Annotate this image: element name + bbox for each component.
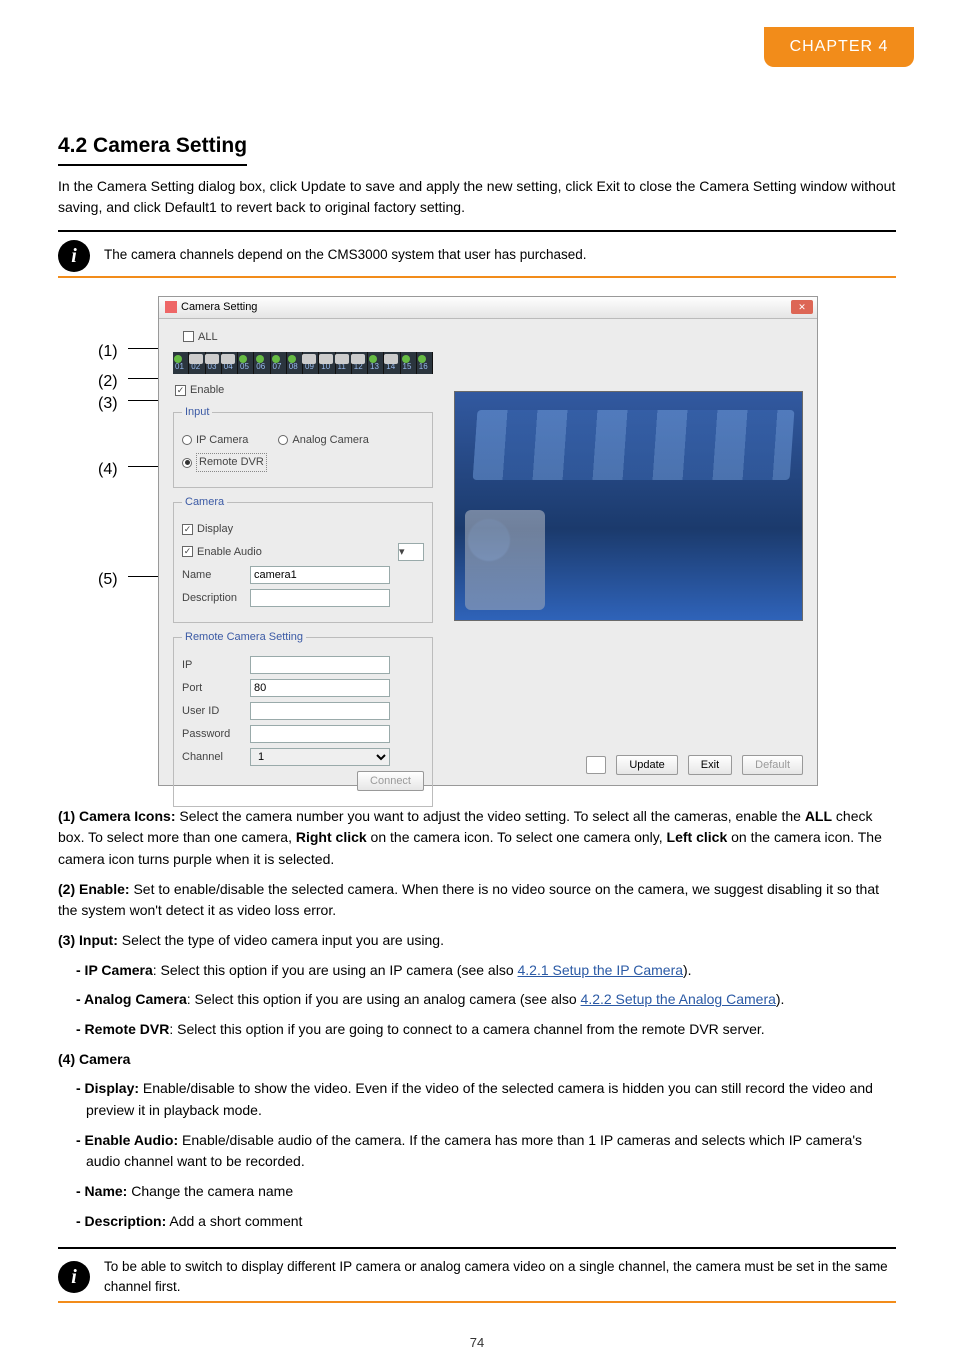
callout-5: (5) [98, 568, 118, 592]
callout-1: (1) [98, 340, 118, 364]
userid-field[interactable] [250, 702, 390, 720]
camera-channel-01[interactable]: 01 [173, 352, 189, 374]
userid-label: User ID [182, 703, 244, 720]
section-subtitle: In the Camera Setting dialog box, click … [58, 176, 896, 218]
camera-channel-11[interactable]: 11 [336, 352, 352, 374]
camera-group: Camera ✓Display ✓Enable Audio ▾ Name Des… [173, 494, 433, 623]
item-3: (3) Input: Select the type of video came… [58, 930, 896, 952]
camera-preview [454, 391, 803, 621]
info-text-2: To be able to switch to display differen… [104, 1257, 896, 1298]
radio-analog-camera[interactable]: Analog Camera [278, 432, 368, 449]
callout-4: (4) [98, 458, 118, 482]
password-label: Password [182, 726, 244, 743]
description-label: Description [182, 590, 244, 607]
link-ip-camera-setup[interactable]: 4.2.1 Setup the IP Camera [518, 962, 684, 978]
chapter-tab: CHAPTER 4 [764, 27, 914, 67]
input-legend: Input [182, 404, 212, 421]
radio-remote-dvr[interactable]: Remote DVR [182, 453, 267, 472]
item-4: (4) Camera [58, 1049, 896, 1071]
camera-channel-06[interactable]: 06 [254, 352, 270, 374]
section-number: 4.2 [58, 134, 87, 157]
camera-channel-14[interactable]: 14 [384, 352, 400, 374]
item-3-remote: - Remote DVR: Select this option if you … [86, 1019, 896, 1041]
camera-channel-13[interactable]: 13 [368, 352, 384, 374]
camera-setting-window: Camera Setting ✕ ALL 0102030405060708091… [158, 296, 818, 786]
camera-channel-03[interactable]: 03 [206, 352, 222, 374]
all-checkbox[interactable]: ALL [183, 329, 218, 346]
display-label: Display [197, 521, 233, 538]
callout-2: (2) [98, 370, 118, 394]
ip-field[interactable] [250, 656, 390, 674]
enable-label: Enable [190, 382, 224, 399]
info-icon: i [58, 240, 90, 272]
camera-channel-09[interactable]: 09 [303, 352, 319, 374]
enable-checkbox[interactable]: ✓Enable [175, 382, 224, 399]
camera-channel-12[interactable]: 12 [352, 352, 368, 374]
camera-channel-10[interactable]: 10 [319, 352, 335, 374]
enable-audio-checkbox[interactable]: ✓Enable Audio [182, 544, 262, 561]
channel-label: Channel [182, 749, 244, 766]
section-title-text: Camera Setting [93, 134, 247, 157]
ip-label: IP [182, 657, 244, 674]
camera-channel-04[interactable]: 04 [222, 352, 238, 374]
item-3-ip: - IP Camera: Select this option if you a… [86, 960, 896, 982]
window-titlebar: Camera Setting ✕ [159, 297, 817, 319]
item-4-name: - Name: Change the camera name [86, 1181, 896, 1203]
all-label: ALL [198, 329, 218, 346]
radio-analog-camera-label: Analog Camera [292, 432, 368, 449]
close-icon[interactable]: ✕ [791, 300, 813, 314]
default-button[interactable]: Default [742, 755, 803, 775]
camera-channel-07[interactable]: 07 [271, 352, 287, 374]
input-group: Input IP Camera Analog Camera Remote DVR [173, 404, 433, 488]
camera-channel-05[interactable]: 05 [238, 352, 254, 374]
camera-channel-02[interactable]: 02 [189, 352, 205, 374]
audio-channel-combo[interactable]: ▾ [398, 543, 424, 561]
window-title: Camera Setting [181, 299, 257, 316]
info-icon: i [58, 1261, 90, 1293]
link-analog-camera-setup[interactable]: 4.2.2 Setup the Analog Camera [581, 991, 776, 1007]
print-icon[interactable] [586, 756, 606, 774]
item-4-enable-audio: - Enable Audio: Enable/disable audio of … [86, 1130, 896, 1173]
camera-legend: Camera [182, 494, 227, 511]
camera-channel-16[interactable]: 16 [417, 352, 433, 374]
camera-channel-15[interactable]: 15 [401, 352, 417, 374]
camera-channel-08[interactable]: 08 [287, 352, 303, 374]
channel-select[interactable]: 1 [250, 748, 390, 766]
remote-legend: Remote Camera Setting [182, 629, 306, 646]
description-field[interactable] [250, 589, 390, 607]
item-2: (2) Enable: Set to enable/disable the se… [58, 879, 896, 922]
item-4-description: - Description: Add a short comment [86, 1211, 896, 1233]
connect-button[interactable]: Connect [357, 771, 424, 791]
port-label: Port [182, 680, 244, 697]
port-field[interactable] [250, 679, 390, 697]
exit-button[interactable]: Exit [688, 755, 732, 775]
info-text-1: The camera channels depend on the CMS300… [104, 245, 587, 265]
name-label: Name [182, 567, 244, 584]
callout-3: (3) [98, 392, 118, 416]
display-checkbox[interactable]: ✓Display [182, 521, 233, 538]
item-4-display: - Display: Enable/disable to show the vi… [86, 1078, 896, 1121]
item-3-analog: - Analog Camera: Select this option if y… [86, 989, 896, 1011]
section-heading: 4.2 Camera Setting [58, 130, 247, 166]
radio-ip-camera[interactable]: IP Camera [182, 432, 248, 449]
app-icon [165, 301, 177, 313]
remote-camera-group: Remote Camera Setting IP Port User ID Pa… [173, 629, 433, 808]
name-field[interactable] [250, 566, 390, 584]
channel-strip: 01020304050607080910111213141516 [173, 352, 433, 374]
radio-ip-camera-label: IP Camera [196, 432, 248, 449]
password-field[interactable] [250, 725, 390, 743]
update-button[interactable]: Update [616, 755, 677, 775]
radio-remote-dvr-label: Remote DVR [196, 453, 267, 472]
enable-audio-label: Enable Audio [197, 544, 262, 561]
